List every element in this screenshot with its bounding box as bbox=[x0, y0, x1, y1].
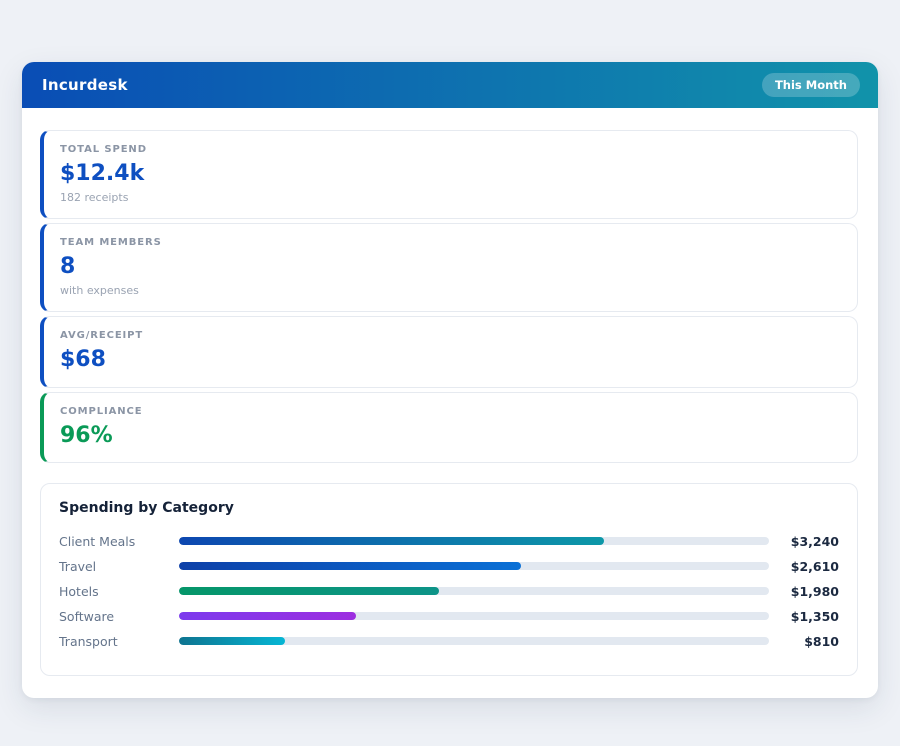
chart-title: Spending by Category bbox=[59, 499, 234, 516]
category-label: Software bbox=[59, 608, 115, 624]
app-header: Incurdesk This Month bbox=[22, 62, 878, 108]
stat-value: $12.4k bbox=[60, 161, 145, 186]
category-label: Transport bbox=[59, 633, 118, 649]
period-badge[interactable]: This Month bbox=[761, 73, 860, 97]
chart-row-transport: Transport $810 bbox=[59, 629, 839, 654]
bar-fill bbox=[179, 587, 439, 596]
stat-card-avg-receipt: AVG/RECEIPT $68 bbox=[40, 316, 858, 388]
stat-label: TEAM MEMBERS bbox=[60, 237, 162, 249]
stat-label: AVG/RECEIPT bbox=[60, 330, 144, 342]
category-label: Client Meals bbox=[59, 533, 136, 549]
category-value: $3,240 bbox=[790, 533, 839, 549]
stat-card-team-members: TEAM MEMBERS 8 with expenses bbox=[40, 223, 858, 313]
bar-fill bbox=[179, 537, 604, 546]
category-value: $810 bbox=[804, 633, 839, 649]
bar-track bbox=[179, 637, 769, 646]
bar-track bbox=[179, 587, 769, 596]
category-label: Travel bbox=[59, 558, 97, 574]
bar-track bbox=[179, 612, 769, 621]
bar-fill bbox=[179, 637, 286, 646]
stat-card-total-spend: TOTAL SPEND $12.4k 182 receipts bbox=[40, 130, 858, 220]
bar-fill bbox=[179, 612, 356, 621]
stat-value: 96% bbox=[60, 422, 113, 448]
stat-subtitle: 182 receipts bbox=[60, 191, 129, 205]
bar-track bbox=[179, 562, 769, 571]
category-label: Hotels bbox=[59, 583, 99, 599]
chart-row-travel: Travel $2,610 bbox=[59, 554, 839, 579]
stat-subtitle: with expenses bbox=[60, 284, 139, 298]
stat-card-compliance: COMPLIANCE 96% bbox=[40, 391, 858, 463]
category-value: $2,610 bbox=[790, 558, 839, 574]
category-value: $1,980 bbox=[790, 583, 839, 599]
bar-track bbox=[179, 537, 769, 546]
bar-fill bbox=[179, 562, 522, 571]
main-content: TOTAL SPEND $12.4k 182 receipts TEAM MEM… bbox=[22, 108, 878, 698]
stat-label: TOTAL SPEND bbox=[60, 144, 147, 155]
stats-list: TOTAL SPEND $12.4k 182 receipts TEAM MEM… bbox=[40, 130, 858, 463]
incurdesk-app-window: Incurdesk This Month TOTAL SPEND $12.4k … bbox=[22, 62, 878, 698]
chart-row-software: Software $1,350 bbox=[59, 604, 839, 629]
category-value: $1,350 bbox=[790, 608, 839, 624]
stat-value: $68 bbox=[60, 347, 106, 373]
app-title: Incurdesk bbox=[42, 76, 128, 94]
stat-label: COMPLIANCE bbox=[60, 405, 143, 417]
chart-rows: Client Meals $3,240 Travel $2,610 Hotels… bbox=[59, 529, 839, 654]
spending-chart-card: Spending by Category Client Meals $3,240… bbox=[40, 482, 858, 676]
chart-row-client-meals: Client Meals $3,240 bbox=[59, 529, 839, 554]
stat-value: 8 bbox=[60, 254, 76, 280]
chart-row-hotels: Hotels $1,980 bbox=[59, 579, 839, 604]
